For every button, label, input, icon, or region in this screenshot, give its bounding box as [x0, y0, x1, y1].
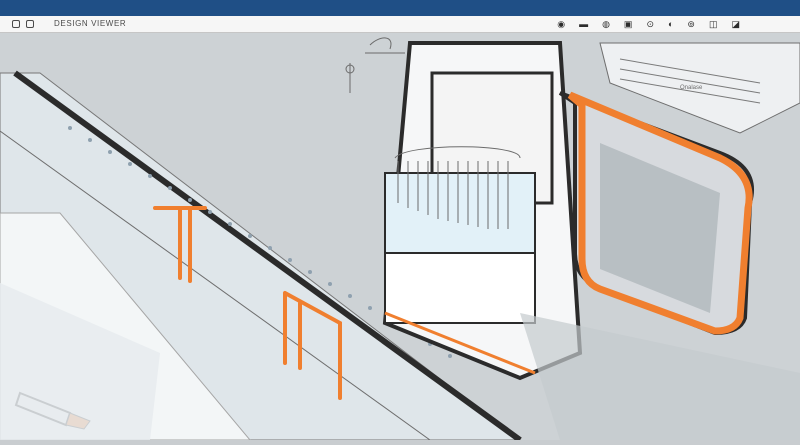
window-titlebar — [0, 0, 800, 16]
right-toolbar: ◉ ▬ ◍ ▣ ⊙ ◐ ⊚ ◫ ◪ — [557, 17, 740, 31]
toolbar: DESIGN VIEWER ◉ ▬ ◍ ▣ ⊙ ◐ ⊚ ◫ ◪ — [0, 16, 800, 33]
left-toolbar — [12, 18, 34, 30]
callout-label: Onalase — [680, 85, 703, 91]
window-subtitle: DESIGN VIEWER — [54, 19, 127, 28]
back-icon[interactable]: ◉ — [557, 17, 565, 31]
settings-icon[interactable]: ▣ — [624, 17, 633, 31]
illustration-canvas: Onalase — [0, 33, 800, 443]
menu-icon[interactable]: ▬ — [579, 17, 588, 31]
close-icon[interactable]: ◪ — [731, 17, 740, 31]
illustration — [0, 33, 800, 443]
device-lower-panel — [384, 252, 536, 324]
home-icon[interactable]: ◍ — [602, 17, 610, 31]
download-icon[interactable]: ◫ — [709, 17, 718, 31]
window-icon[interactable] — [12, 20, 20, 28]
search-icon[interactable]: ⊙ — [646, 17, 654, 31]
share-icon[interactable]: ⊚ — [687, 17, 695, 31]
tab-icon[interactable] — [26, 20, 34, 28]
user-icon[interactable]: ◐ — [668, 17, 673, 31]
